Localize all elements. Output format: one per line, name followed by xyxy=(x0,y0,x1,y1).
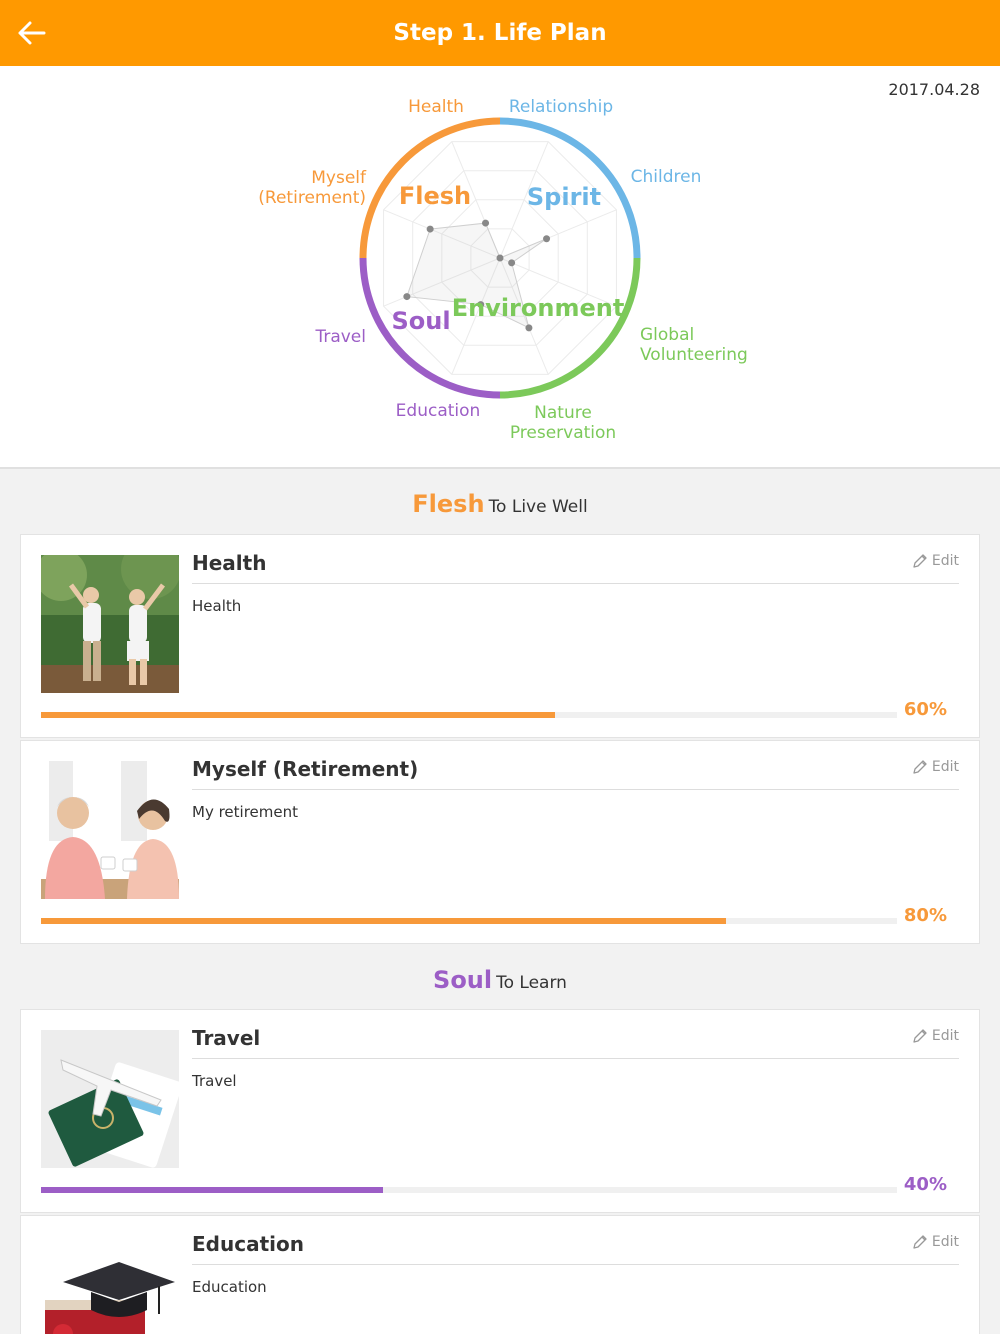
category-label: Nature xyxy=(534,403,592,423)
category-label: Children xyxy=(631,167,702,187)
health-exercise-photo xyxy=(41,555,179,693)
app-bar: Step 1. Life Plan xyxy=(0,0,1000,66)
category-label: Travel xyxy=(314,327,366,347)
progress-bar xyxy=(41,918,897,924)
progress-fill xyxy=(41,918,726,924)
progress-percent: 60% xyxy=(903,699,947,720)
edit-label: Edit xyxy=(931,759,959,775)
pencil-icon xyxy=(913,760,927,774)
section-title: Flesh xyxy=(412,490,485,518)
radar-data-point xyxy=(426,225,434,233)
page-title: Step 1. Life Plan xyxy=(393,20,607,46)
section-subtitle: To Learn xyxy=(496,973,567,993)
radar-data-point xyxy=(525,324,533,332)
divider xyxy=(192,1264,959,1265)
passport-airplane-photo xyxy=(41,1030,179,1168)
radar-data-point xyxy=(496,254,504,262)
progress-fill xyxy=(41,1187,384,1193)
category-label: Volunteering xyxy=(640,345,748,365)
section-title: Soul xyxy=(433,966,493,994)
card-title: Education xyxy=(192,1232,304,1256)
section-header-flesh: Flesh To Live Well xyxy=(0,490,1000,518)
card-description: Education xyxy=(192,1278,267,1296)
quadrant-label-environment: Environment xyxy=(452,294,625,322)
progress-bar xyxy=(41,1187,897,1193)
card-description: Health xyxy=(192,597,242,615)
edit-label: Edit xyxy=(931,1028,959,1044)
category-label: Global xyxy=(640,325,694,345)
graduation-cap-photo xyxy=(41,1236,179,1334)
progress-percent: 40% xyxy=(903,1174,947,1195)
section-header-soul: Soul To Learn xyxy=(0,966,1000,994)
divider xyxy=(192,789,959,790)
pencil-icon xyxy=(913,1029,927,1043)
radar-data-point xyxy=(543,235,551,243)
quadrant-label-soul: Soul xyxy=(391,307,450,335)
edit-label: Edit xyxy=(931,1234,959,1250)
quadrant-label-spirit: Spirit xyxy=(527,183,601,211)
plan-card-myself-retirement[interactable]: Myself (Retirement) Edit My retirement 8… xyxy=(20,740,980,944)
pencil-icon xyxy=(913,1235,927,1249)
plan-card-education[interactable]: Education Edit Education xyxy=(20,1215,980,1334)
progress-percent: 80% xyxy=(903,905,947,926)
progress-bar xyxy=(41,712,897,718)
section-subtitle: To Live Well xyxy=(488,497,588,517)
radar-data-point xyxy=(482,219,490,227)
category-label: Preservation xyxy=(510,423,616,443)
divider xyxy=(192,583,959,584)
card-title: Myself (Retirement) xyxy=(192,757,419,781)
retired-couple-photo xyxy=(41,761,179,899)
radar-data-point xyxy=(508,259,516,267)
life-plan-chart-panel: 2017.04.28 Flesh Spirit Environment Soul Hea… xyxy=(0,66,1000,469)
category-label: Health xyxy=(408,97,464,117)
card-title: Travel xyxy=(192,1026,261,1050)
category-label: Relationship xyxy=(509,97,613,117)
card-description: Travel xyxy=(192,1072,237,1090)
edit-button[interactable]: Edit xyxy=(912,553,959,569)
category-label: Education xyxy=(396,401,481,421)
plan-card-travel[interactable]: Travel Edit Travel 40% xyxy=(20,1009,980,1213)
card-title: Health xyxy=(192,551,267,575)
edit-button[interactable]: Edit xyxy=(912,1028,959,1044)
card-description: My retirement xyxy=(192,803,298,821)
divider xyxy=(192,1058,959,1059)
edit-label: Edit xyxy=(931,553,959,569)
edit-button[interactable]: Edit xyxy=(912,1234,959,1250)
category-label: (Retirement) xyxy=(258,188,366,208)
radar-data-point xyxy=(403,293,411,301)
life-plan-radar-chart: Flesh Spirit EnvironmentSoul Health Relation… xyxy=(258,97,748,443)
quadrant-label-flesh: Flesh xyxy=(399,182,471,210)
plan-card-health[interactable]: Health Edit Health 60% xyxy=(20,534,980,738)
pencil-icon xyxy=(913,554,927,568)
edit-button[interactable]: Edit xyxy=(912,759,959,775)
progress-fill xyxy=(41,712,555,718)
category-label: Myself xyxy=(311,168,367,188)
